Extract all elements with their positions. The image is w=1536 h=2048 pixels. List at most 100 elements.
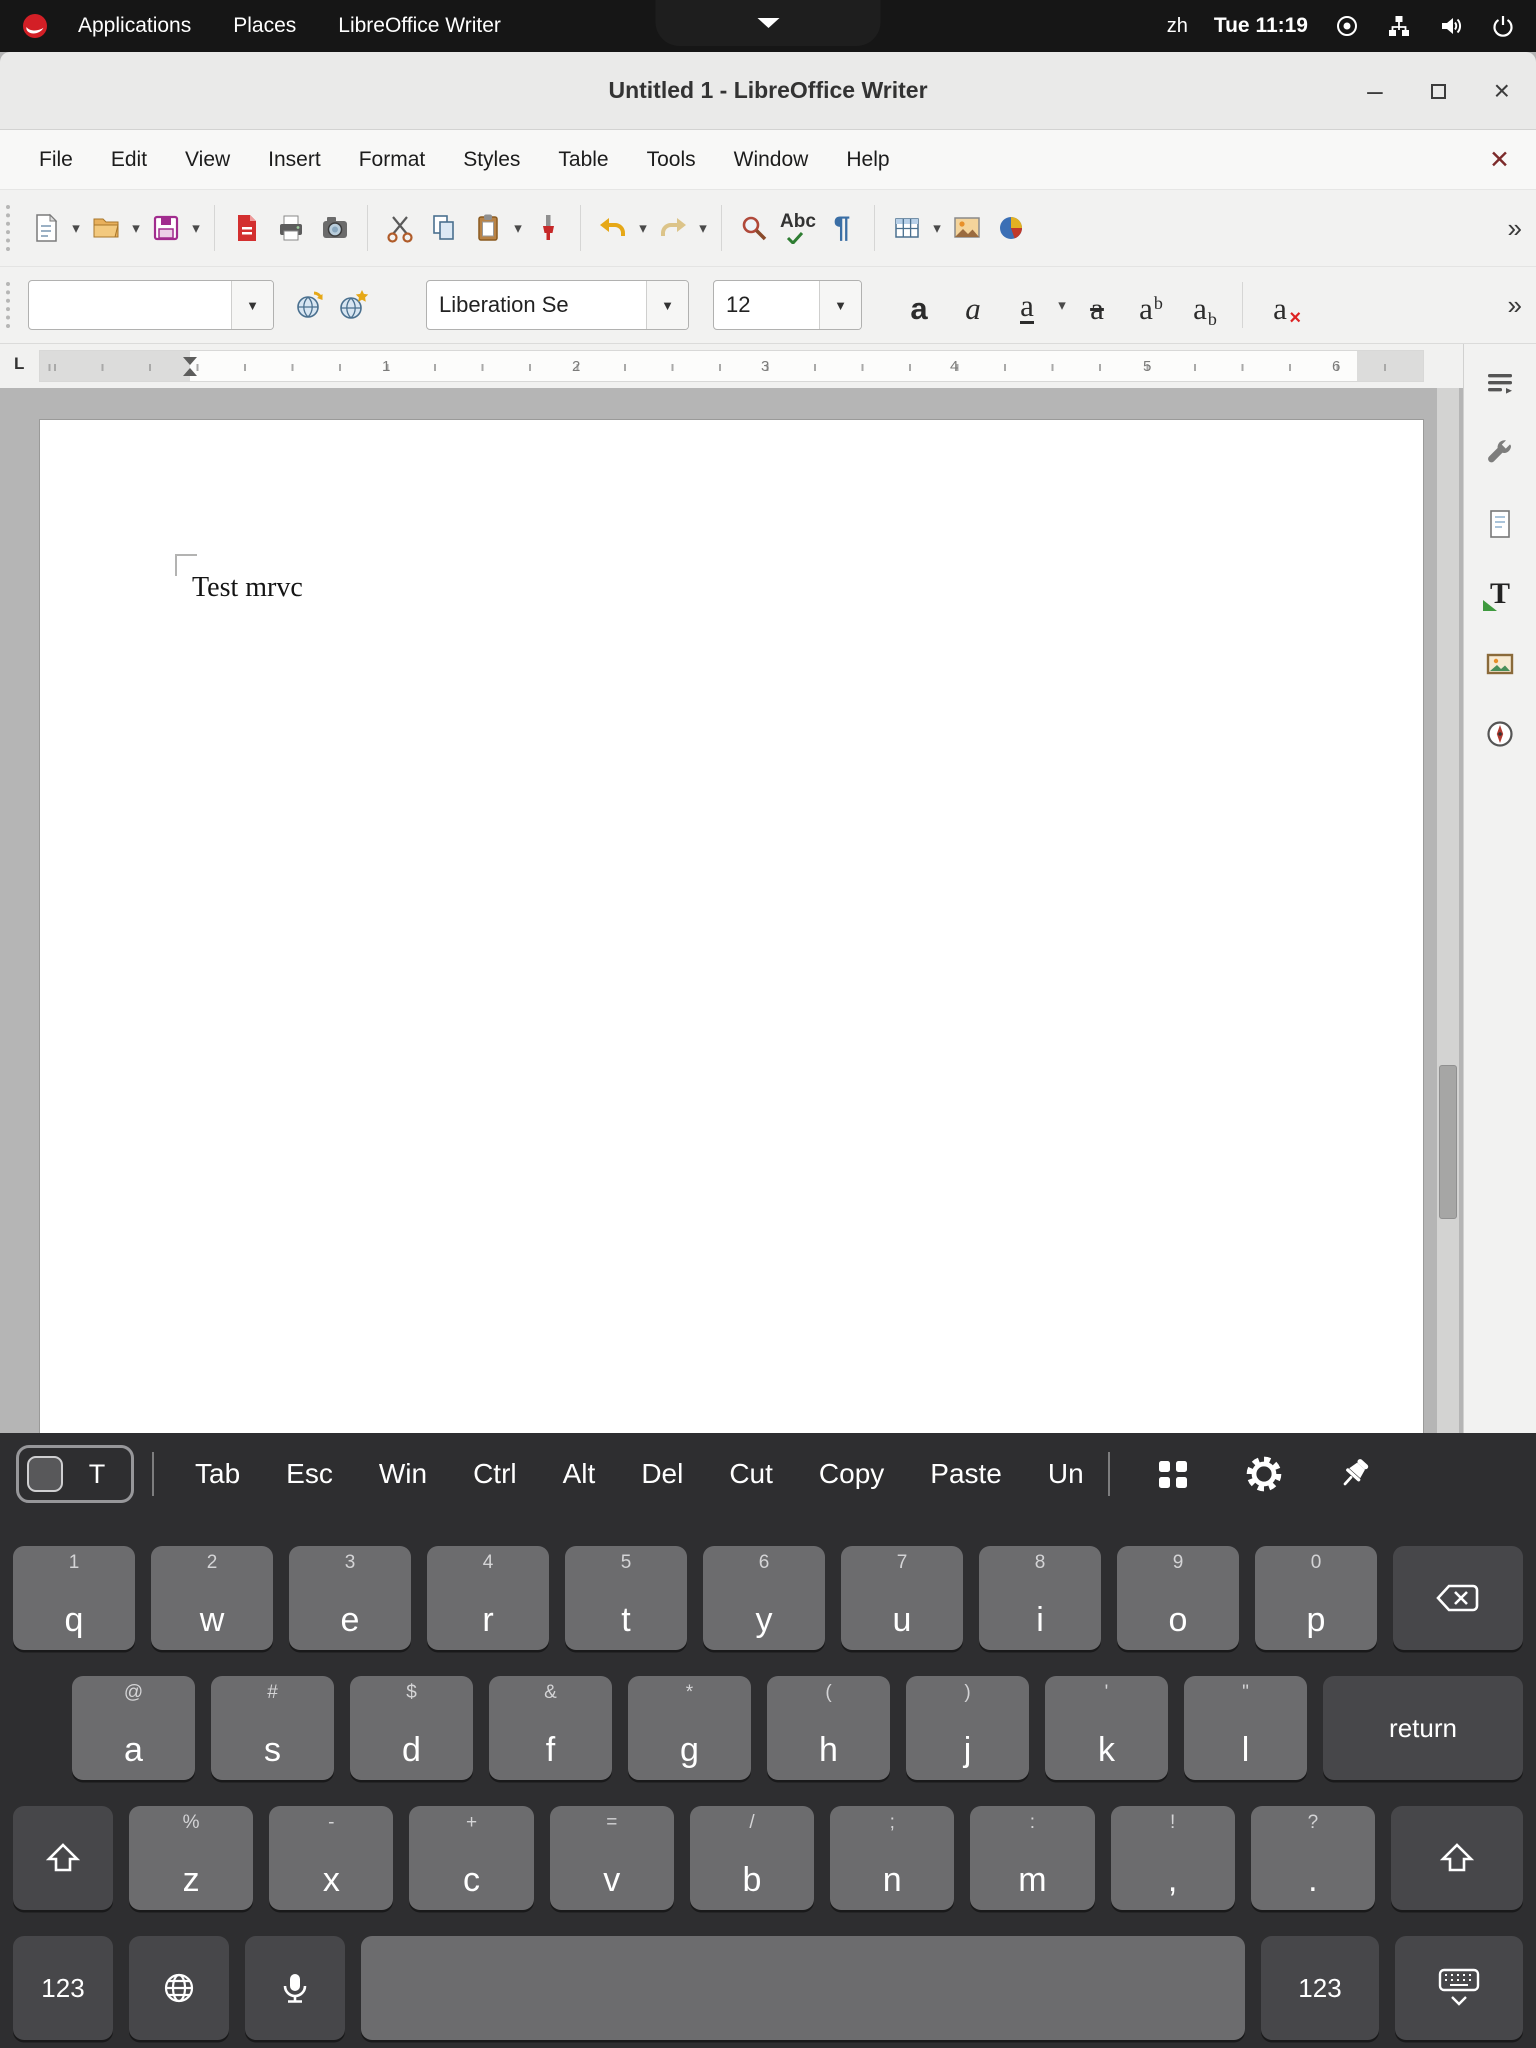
key-i[interactable]: 8i	[979, 1546, 1101, 1650]
keyboard-settings-gear-icon[interactable]	[1218, 1453, 1310, 1495]
applications-menu[interactable]: Applications	[64, 14, 205, 38]
sidebar-gallery-button[interactable]	[1477, 640, 1524, 687]
key-p[interactable]: 0p	[1255, 1546, 1377, 1650]
volume-icon[interactable]	[1438, 13, 1464, 39]
vertical-scrollbar[interactable]	[1437, 388, 1459, 1433]
new-document-button[interactable]	[24, 201, 68, 255]
kb-key-copy[interactable]: Copy	[796, 1458, 907, 1490]
key-f[interactable]: &f	[489, 1676, 612, 1780]
menu-table[interactable]: Table	[539, 140, 627, 180]
minimize-button[interactable]: –	[1367, 77, 1383, 105]
key-j[interactable]: )j	[906, 1676, 1029, 1780]
menu-insert[interactable]: Insert	[249, 140, 340, 180]
toolbar-overflow-button[interactable]: »	[1508, 213, 1522, 244]
underline-button[interactable]: a	[1000, 278, 1054, 332]
kb-key-esc[interactable]: Esc	[263, 1458, 356, 1490]
undo-button[interactable]	[591, 201, 635, 255]
new-style-button[interactable]	[332, 278, 376, 332]
font-name-combo[interactable]: Liberation Se ▼	[426, 280, 689, 330]
open-dropdown[interactable]: ▾	[128, 219, 144, 237]
keyboard-pin-icon[interactable]	[1310, 1455, 1398, 1493]
clone-formatting-button[interactable]	[526, 201, 570, 255]
paste-button[interactable]	[466, 201, 510, 255]
dismiss-keyboard-key[interactable]	[1395, 1936, 1523, 2040]
shift-left-key[interactable]	[13, 1806, 113, 1910]
redo-dropdown[interactable]: ▾	[695, 219, 711, 237]
key-q[interactable]: 1q	[13, 1546, 135, 1650]
underline-dropdown[interactable]: ▾	[1054, 296, 1070, 314]
key-y[interactable]: 6y	[703, 1546, 825, 1650]
cut-button[interactable]	[378, 201, 422, 255]
find-replace-button[interactable]	[732, 201, 776, 255]
font-name-value[interactable]: Liberation Se	[427, 281, 646, 329]
font-size-dropdown[interactable]: ▼	[819, 281, 861, 329]
title-bar[interactable]: Untitled 1 - LibreOffice Writer – ×	[0, 52, 1536, 130]
menu-window[interactable]: Window	[715, 140, 828, 180]
insert-table-button[interactable]	[885, 201, 929, 255]
toolbar-overflow-button[interactable]: »	[1508, 290, 1522, 321]
paragraph-style-dropdown[interactable]: ▼	[231, 281, 273, 329]
toolbar-drag-handle[interactable]	[6, 282, 14, 328]
font-size-value[interactable]: 12	[714, 281, 819, 329]
kb-key-undo-truncated[interactable]: Un	[1025, 1458, 1090, 1490]
key-m[interactable]: :m	[970, 1806, 1094, 1910]
undo-dropdown[interactable]: ▾	[635, 219, 651, 237]
numbers-key-right[interactable]: 123	[1261, 1936, 1379, 2040]
menu-view[interactable]: View	[166, 140, 249, 180]
space-key[interactable]	[361, 1936, 1245, 2040]
key-z[interactable]: %z	[129, 1806, 253, 1910]
menu-format[interactable]: Format	[340, 140, 445, 180]
toolbar-drag-handle[interactable]	[6, 205, 14, 251]
kb-key-cut[interactable]: Cut	[706, 1458, 796, 1490]
sidebar-properties-button[interactable]	[1477, 430, 1524, 477]
strikethrough-button[interactable]: a	[1070, 278, 1124, 332]
spelling-button[interactable]: Abc	[776, 201, 820, 255]
insert-chart-button[interactable]	[989, 201, 1033, 255]
insert-table-dropdown[interactable]: ▾	[929, 219, 945, 237]
key-b[interactable]: /b	[690, 1806, 814, 1910]
osk-handle[interactable]	[656, 0, 881, 46]
key-l[interactable]: "l	[1184, 1676, 1307, 1780]
key-t[interactable]: 5t	[565, 1546, 687, 1650]
keyboard-mode-toggle[interactable]: T	[16, 1445, 134, 1503]
key-o[interactable]: 9o	[1117, 1546, 1239, 1650]
return-key[interactable]: return	[1323, 1676, 1523, 1780]
sidebar-page-button[interactable]	[1477, 500, 1524, 547]
key-x[interactable]: -x	[269, 1806, 393, 1910]
export-pdf-button[interactable]	[225, 201, 269, 255]
distro-logo-icon[interactable]	[20, 11, 50, 41]
key-v[interactable]: =v	[550, 1806, 674, 1910]
key-c[interactable]: +c	[409, 1806, 533, 1910]
screen-record-icon[interactable]	[1334, 13, 1360, 39]
active-app-menu[interactable]: LibreOffice Writer	[324, 14, 515, 38]
key-u[interactable]: 7u	[841, 1546, 963, 1650]
power-icon[interactable]	[1490, 13, 1516, 39]
ruler-strip[interactable]: 1 2 3 4 5 6	[39, 350, 1424, 382]
insert-image-button[interactable]	[945, 201, 989, 255]
document-page[interactable]: Test mrvc	[39, 419, 1424, 1433]
document-text[interactable]: Test mrvc	[192, 572, 303, 604]
key-e[interactable]: 3e	[289, 1546, 411, 1650]
backspace-key[interactable]	[1393, 1546, 1523, 1650]
italic-button[interactable]: a	[946, 278, 1000, 332]
save-dropdown[interactable]: ▾	[188, 219, 204, 237]
paragraph-style-value[interactable]	[29, 281, 231, 329]
network-icon[interactable]	[1386, 13, 1412, 39]
kb-key-tab[interactable]: Tab	[172, 1458, 263, 1490]
kb-key-ctrl[interactable]: Ctrl	[450, 1458, 540, 1490]
paste-dropdown[interactable]: ▾	[510, 219, 526, 237]
paragraph-style-combo[interactable]: ▼	[28, 280, 274, 330]
menu-file[interactable]: File	[20, 140, 92, 180]
clock[interactable]: Tue 11:19	[1214, 14, 1308, 38]
keyboard-mode-icon[interactable]	[27, 1456, 63, 1492]
menu-styles[interactable]: Styles	[444, 140, 539, 180]
globe-key[interactable]	[129, 1936, 229, 2040]
key-k[interactable]: 'k	[1045, 1676, 1168, 1780]
redo-button[interactable]	[651, 201, 695, 255]
copy-button[interactable]	[422, 201, 466, 255]
horizontal-ruler[interactable]: L 1 2 3 4 5 6	[0, 344, 1536, 388]
sidebar-styles-button[interactable]: T	[1477, 570, 1524, 617]
new-document-dropdown[interactable]: ▾	[68, 219, 84, 237]
update-style-button[interactable]	[288, 278, 332, 332]
mic-key[interactable]	[245, 1936, 345, 2040]
